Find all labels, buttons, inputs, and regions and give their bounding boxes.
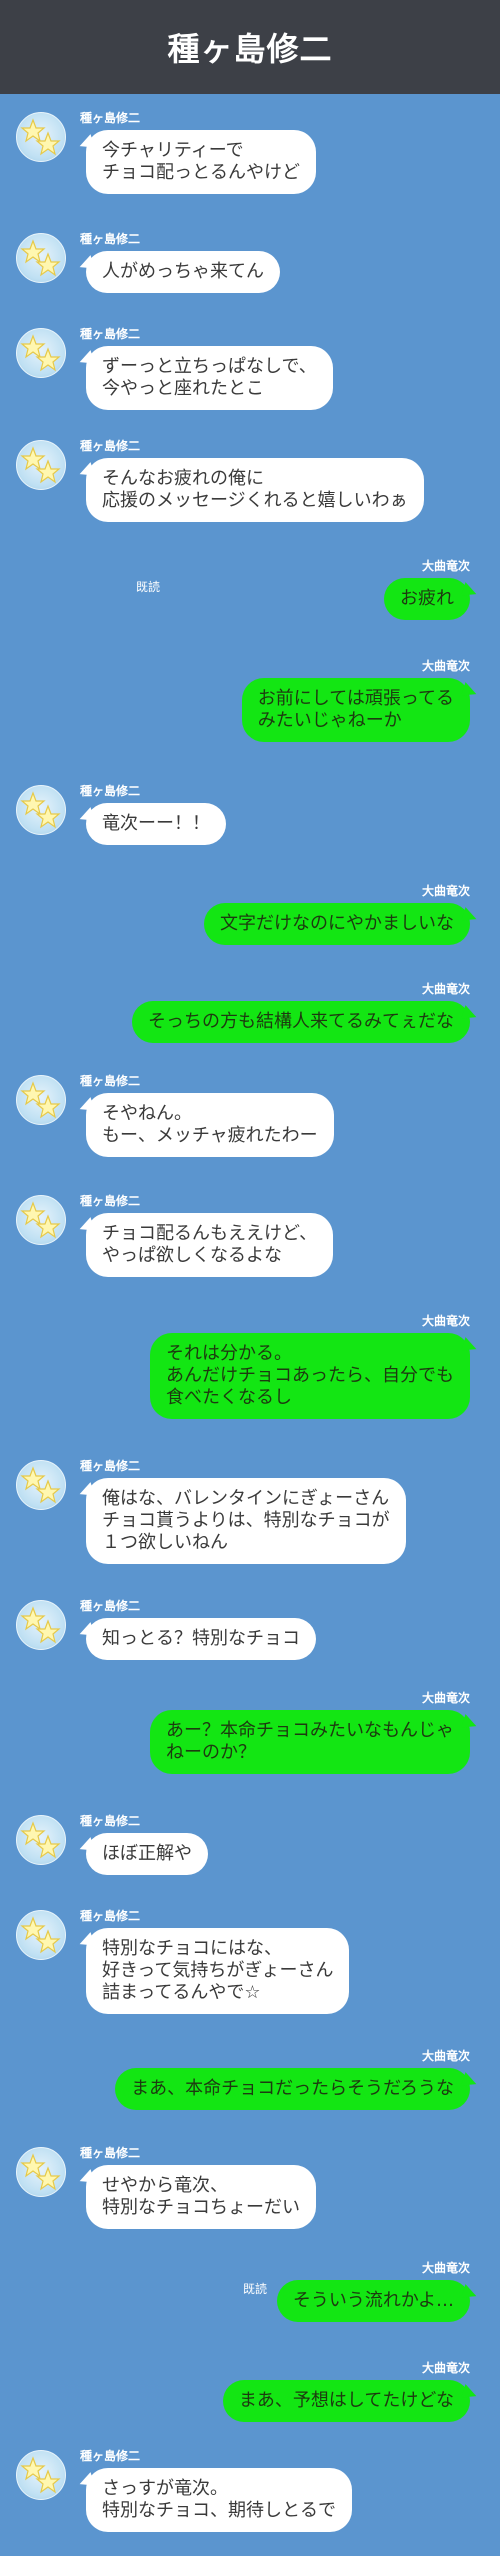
chat-title: 種ヶ島修二 [167, 30, 333, 68]
avatar[interactable] [16, 233, 66, 283]
message-bubble[interactable]: 竜次ーー！！ [86, 803, 226, 845]
avatar[interactable] [16, 440, 66, 490]
read-receipt: 既読 [242, 2282, 267, 2296]
sender-name: 種ヶ島修二 [80, 1074, 141, 1088]
message-bubble[interactable]: まあ、予想はしてたけどな [222, 2380, 470, 2422]
avatar[interactable] [16, 785, 66, 835]
read-receipt: 既読 [135, 580, 160, 594]
message-bubble[interactable]: それは分かる。 あんだけチョコあったら、自分でも 食べたくなるし [150, 1333, 470, 1419]
message-bubble[interactable]: 人がめっちゃ来てん [86, 251, 280, 293]
avatar[interactable] [16, 2450, 66, 2500]
sender-name: 大曲竜次 [421, 982, 470, 996]
message-bubble[interactable]: さっすが竜次。 特別なチョコ、期待しとるで [86, 2468, 352, 2532]
message-bubble[interactable]: せやから竜次、 特別なチョコちょーだい [86, 2165, 316, 2229]
avatar[interactable] [16, 1815, 66, 1865]
sender-name: 種ヶ島修二 [80, 1909, 141, 1923]
chat-header: 種ヶ島修二 [0, 0, 500, 94]
sender-name: 種ヶ島修二 [80, 2449, 141, 2463]
star-icon [20, 1466, 61, 1504]
message-bubble[interactable]: 俺はな、バレンタインにぎょーさん チョコ貰うよりは、特別なチョコが １つ欲しいね… [86, 1478, 406, 1564]
message-bubble[interactable]: そっちの方も結構人来てるみてぇだな [132, 1001, 470, 1043]
star-icon [20, 1916, 61, 1954]
avatar[interactable] [16, 112, 66, 162]
sender-name: 種ヶ島修二 [80, 232, 141, 246]
star-icon [20, 791, 61, 829]
message-bubble[interactable]: チョコ配るんもええけど、 やっぱ欲しくなるよな [86, 1213, 334, 1277]
sender-name: 種ヶ島修二 [80, 1599, 141, 1613]
message-bubble[interactable]: まあ、本命チョコだったらそうだろうな [115, 2068, 470, 2110]
message-bubble[interactable]: お前にしては頑張ってる みたいじゃねーか [241, 678, 470, 742]
sender-name: 種ヶ島修二 [80, 2146, 141, 2160]
avatar[interactable] [16, 1910, 66, 1960]
message-bubble[interactable]: ずーっと立ちっぱなしで、 今やっと座れたとこ [86, 346, 333, 410]
avatar[interactable] [16, 1195, 66, 1245]
sender-name: 大曲竜次 [421, 559, 470, 573]
sender-name: 大曲竜次 [421, 884, 470, 898]
sender-name: 種ヶ島修二 [80, 784, 141, 798]
message-bubble[interactable]: あー？本命チョコみたいなもんじゃ ねーのか？ [150, 1710, 470, 1774]
star-icon [20, 334, 61, 372]
star-icon [20, 1606, 61, 1644]
avatar[interactable] [16, 2147, 66, 2197]
star-icon [20, 1081, 61, 1119]
star-icon [20, 2456, 61, 2494]
sender-name: 大曲竜次 [421, 1691, 470, 1705]
sender-name: 大曲竜次 [421, 2049, 470, 2063]
sender-name: 種ヶ島修二 [80, 327, 141, 341]
star-icon [20, 118, 61, 156]
sender-name: 大曲竜次 [421, 1314, 470, 1328]
message-bubble[interactable]: お疲れ [384, 578, 470, 620]
message-bubble[interactable]: 知っとる？特別なチョコ [86, 1618, 316, 1660]
star-icon [20, 2153, 61, 2191]
avatar[interactable] [16, 1075, 66, 1125]
star-icon [20, 239, 61, 277]
message-bubble[interactable]: ほぼ正解や [86, 1833, 208, 1875]
sender-name: 大曲竜次 [421, 2361, 470, 2375]
message-bubble[interactable]: 文字だけなのにやかましいな [204, 903, 470, 945]
star-icon [20, 1201, 61, 1239]
sender-name: 大曲竜次 [421, 2261, 470, 2275]
avatar[interactable] [16, 1600, 66, 1650]
sender-name: 種ヶ島修二 [80, 111, 141, 125]
star-icon [20, 1821, 61, 1859]
star-icon [20, 446, 61, 484]
message-bubble[interactable]: 今チャリティーで チョコ配っとるんやけど [86, 130, 316, 194]
sender-name: 種ヶ島修二 [80, 439, 141, 453]
sender-name: 種ヶ島修二 [80, 1814, 141, 1828]
avatar[interactable] [16, 328, 66, 378]
message-bubble[interactable]: そういう流れかよ… [276, 2280, 470, 2322]
message-bubble[interactable]: 特別なチョコにはな、 好きって気持ちがぎょーさん 詰まってるんやで☆ [86, 1928, 350, 2014]
message-bubble[interactable]: そやねん。 もー、メッチャ疲れたわー [86, 1093, 334, 1157]
sender-name: 種ヶ島修二 [80, 1194, 141, 1208]
message-bubble[interactable]: そんなお疲れの俺に 応援のメッセージくれると嬉しいわぁ [86, 458, 424, 522]
sender-name: 種ヶ島修二 [80, 1459, 141, 1473]
avatar[interactable] [16, 1460, 66, 1510]
sender-name: 大曲竜次 [421, 659, 470, 673]
